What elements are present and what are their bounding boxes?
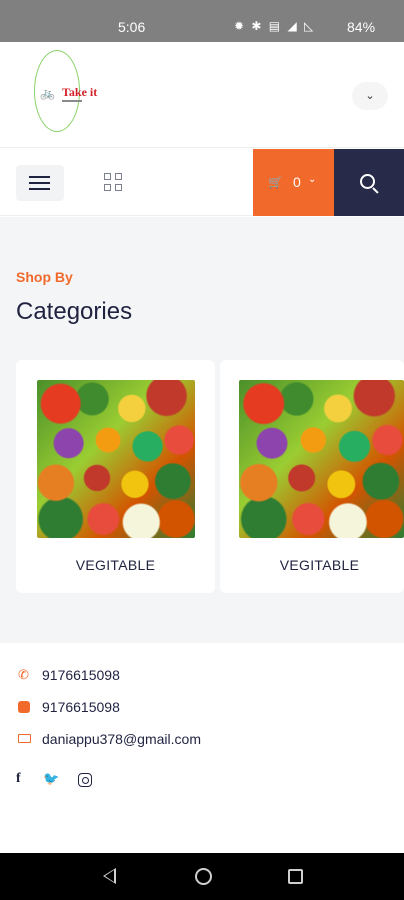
categories-section: Shop By Categories VEGITABLE VEGITABLE (0, 217, 404, 643)
phone-icon: ✆ (18, 667, 29, 682)
grid-cell (104, 184, 111, 191)
category-label[interactable]: VEGITABLE (16, 557, 215, 573)
cart-button[interactable]: 🛒 0 ⌄ (253, 149, 334, 216)
category-image[interactable] (239, 380, 404, 538)
search-icon-handle (372, 187, 379, 194)
chevron-down-icon: ⌄ (365, 90, 375, 102)
site-header: 🚲 Take it ⌄ (0, 42, 404, 148)
category-card[interactable]: VEGITABLE (220, 360, 404, 593)
grid-cell (104, 173, 111, 180)
chevron-down-icon: ⌄ (308, 174, 317, 185)
status-time: 5:06 (118, 19, 146, 35)
category-label[interactable]: VEGITABLE (220, 557, 404, 573)
battery-level: 84% (347, 19, 376, 35)
menu-line (29, 188, 50, 190)
nav-toolbar: 🛒 0 ⌄ (0, 149, 404, 216)
logo-text: Take it (62, 85, 98, 99)
twitter-icon[interactable]: 🐦 (43, 771, 59, 787)
status-icons: ✹ ✱ ▤ ◢ ◺ (234, 19, 316, 33)
category-image[interactable] (37, 380, 195, 538)
bike-icon: 🚲 (40, 86, 55, 100)
menu-line (29, 176, 50, 178)
instagram-icon[interactable] (78, 773, 92, 787)
section-title: Categories (16, 298, 133, 325)
system-nav-bar (0, 853, 404, 900)
whatsapp-icon (18, 701, 30, 713)
back-icon[interactable] (103, 868, 116, 884)
grid-view-icon[interactable] (104, 173, 124, 193)
category-card[interactable]: VEGITABLE (16, 360, 215, 593)
email-address[interactable]: daniappu378@gmail.com (42, 731, 201, 747)
menu-line (29, 182, 50, 184)
language-dropdown[interactable]: ⌄ (352, 82, 388, 110)
whatsapp-number[interactable]: 9176615098 (42, 699, 120, 715)
footer: ✆ 9176615098 9176615098 daniappu378@gmai… (0, 643, 404, 853)
mail-icon (18, 734, 31, 743)
phone-number[interactable]: 9176615098 (42, 667, 120, 683)
logo-tagline (62, 100, 82, 102)
facebook-icon[interactable]: f (16, 771, 21, 787)
grid-cell (115, 173, 122, 180)
home-icon[interactable] (195, 868, 212, 885)
recent-apps-icon[interactable] (288, 869, 303, 884)
grid-cell (115, 184, 122, 191)
cart-icon: 🛒 (268, 175, 283, 189)
section-kicker: Shop By (16, 269, 73, 285)
hamburger-menu-button[interactable] (16, 165, 64, 201)
status-bar: 5:06 ✹ ✱ ▤ ◢ ◺ 84% (0, 0, 404, 42)
cart-count: 0 (293, 174, 301, 190)
search-button[interactable] (334, 149, 404, 216)
